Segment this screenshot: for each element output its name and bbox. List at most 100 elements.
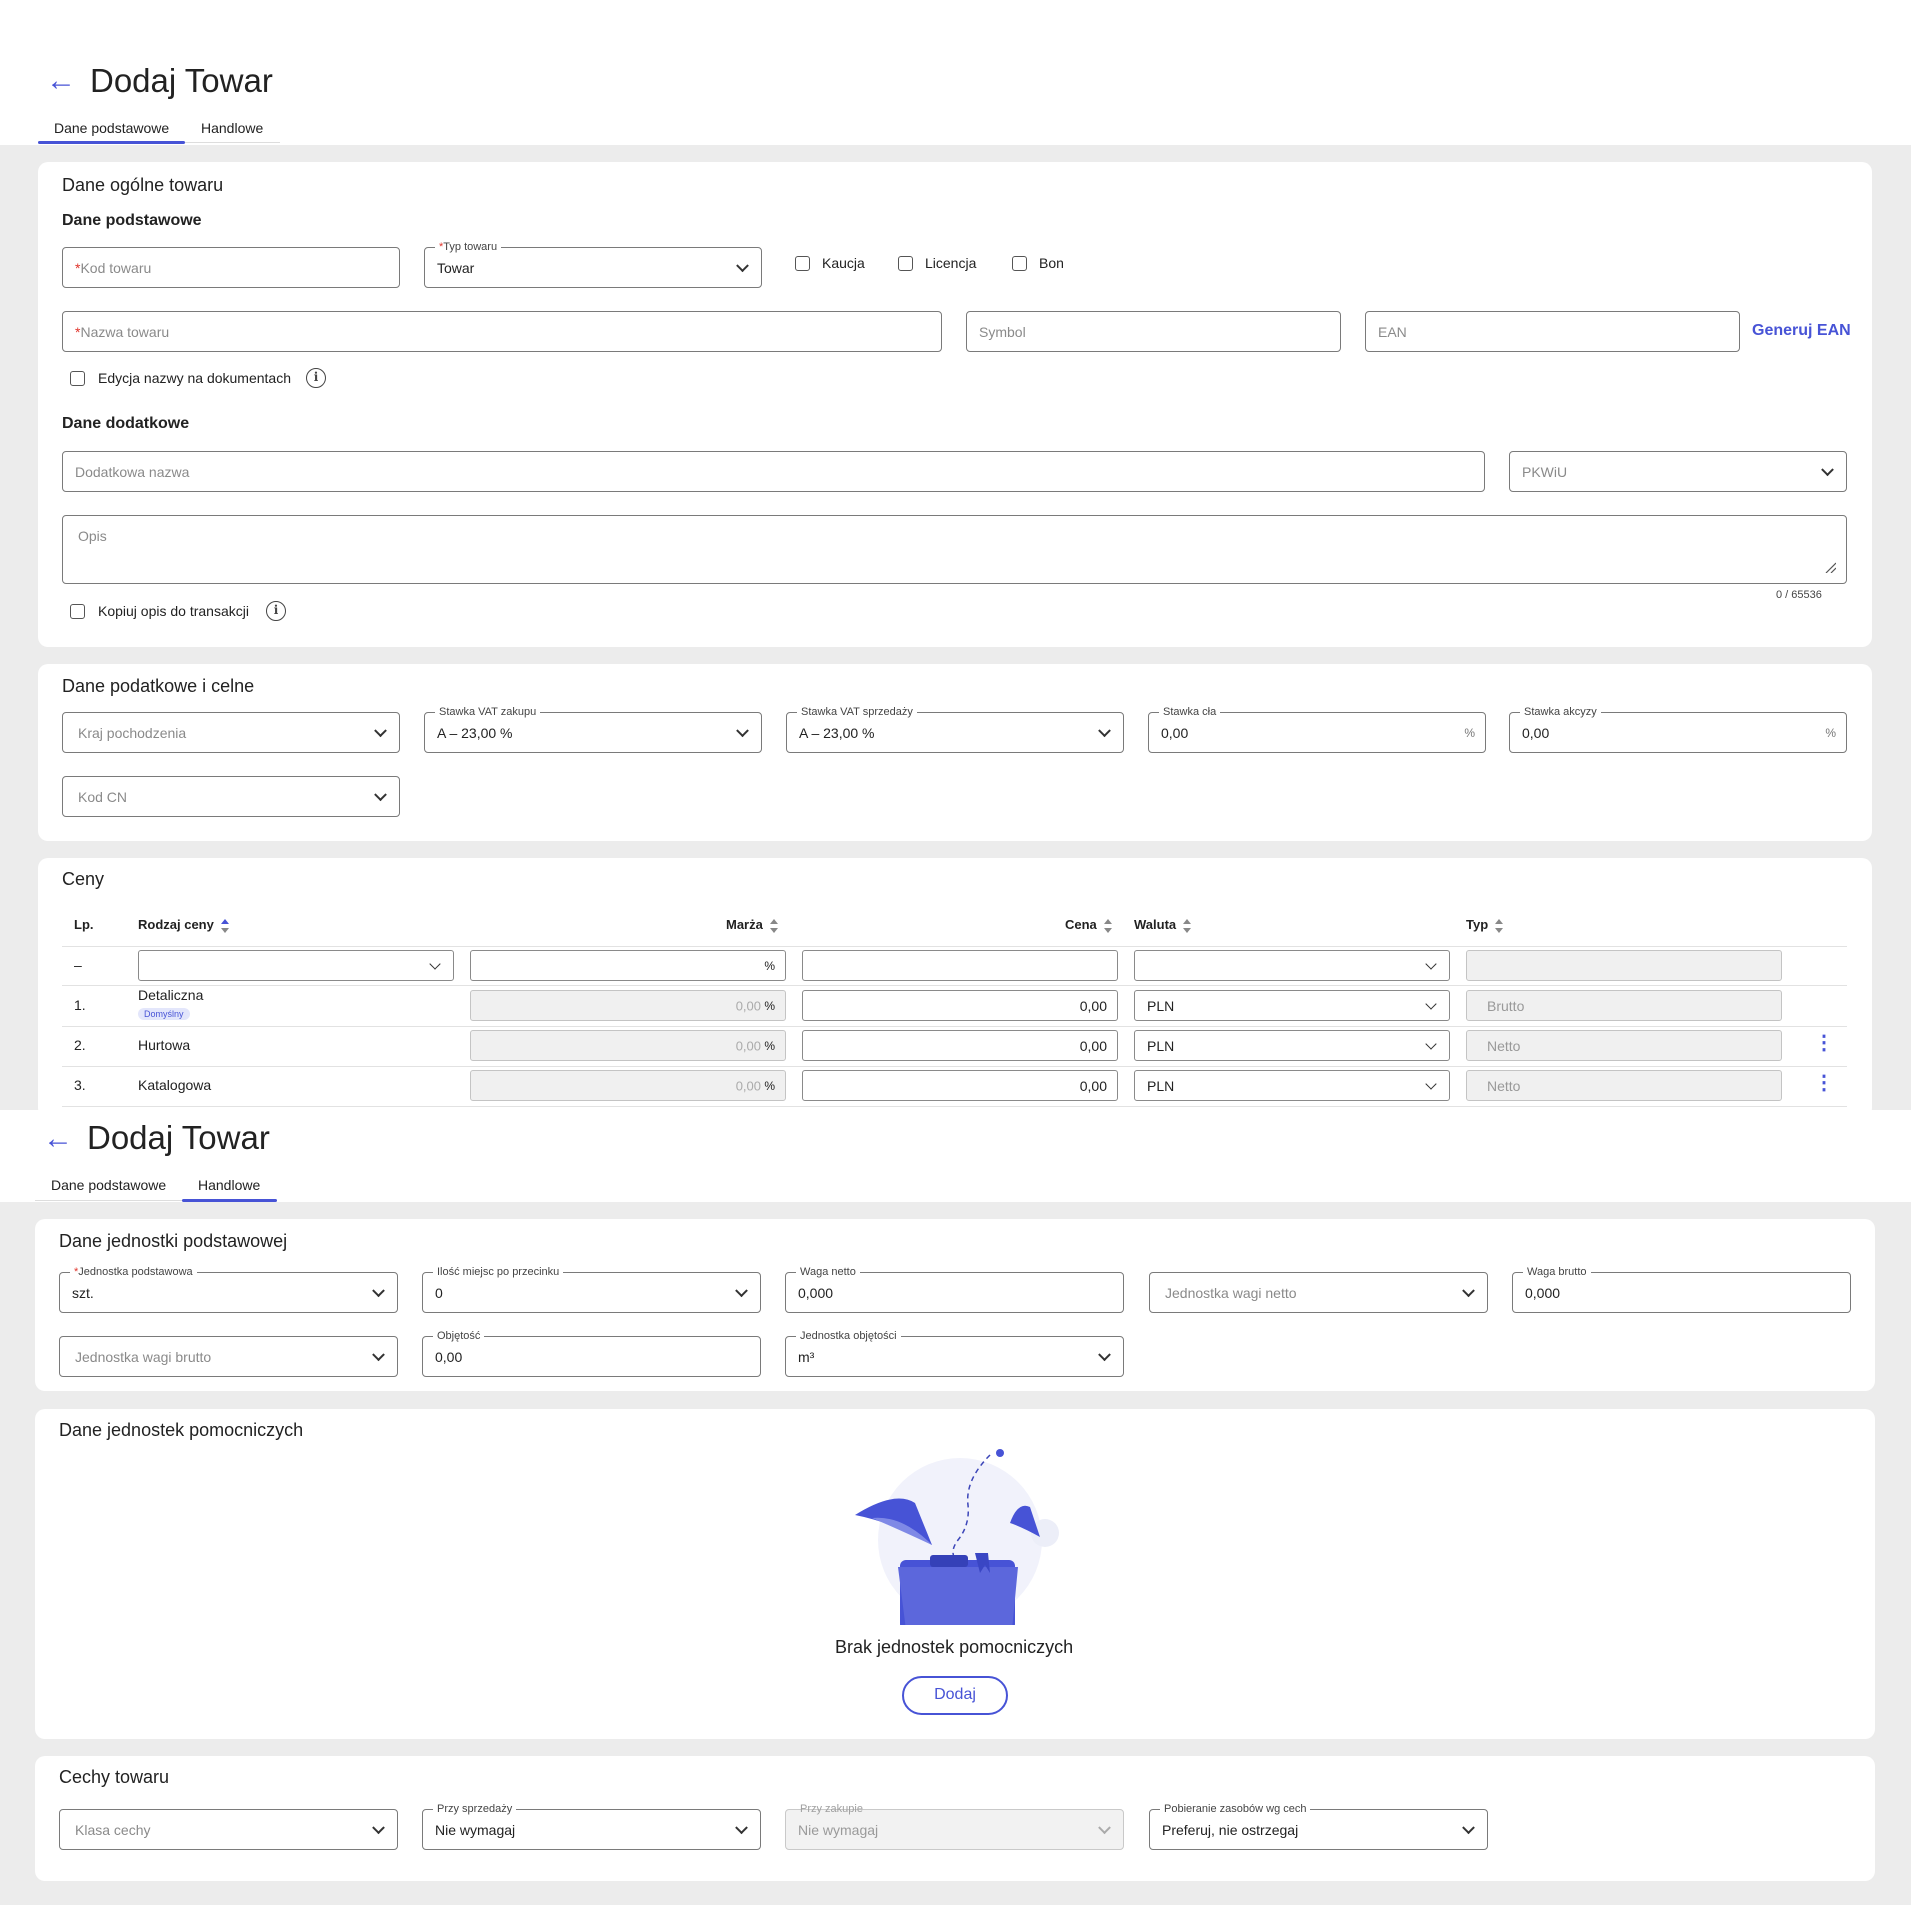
kraj-pochodzenia-select[interactable]: Kraj pochodzenia [62,712,400,753]
excise-rate-input[interactable]: Stawka akcyzy 0,00 % [1509,705,1847,753]
row-divider [62,1066,1847,1067]
vat-purchase-select[interactable]: Stawka VAT zakupu A – 23,00 % [424,705,762,753]
more-vertical-icon[interactable]: ⋮ [1814,1033,1834,1053]
chevron-down-icon [372,1347,385,1361]
arrow-left-icon[interactable]: ← [43,1124,73,1154]
tab-dane-podstawowe[interactable]: Dane podstawowe [51,1177,166,1193]
active-tab-indicator [182,1199,277,1202]
copy-desc-label: Kopiuj opis do transakcji [98,603,249,619]
row-2-kind: Hurtowa [138,1037,191,1053]
row-2-type: Netto [1466,1030,1782,1061]
tab-dane-podstawowe[interactable]: Dane podstawowe [54,120,169,136]
col-cena[interactable]: Cena [1065,917,1113,933]
add-aux-unit-button[interactable]: Dodaj [902,1676,1008,1715]
nazwa-towaru-input[interactable]: *Nazwa towaru [62,311,942,352]
feature-class-select[interactable]: Klasa cechy [59,1809,398,1850]
col-typ[interactable]: Typ [1466,917,1504,933]
sort-icon[interactable] [769,918,779,933]
general-title: Dane ogólne towaru [62,175,224,195]
chevron-down-icon [1098,723,1111,737]
col-lp: Lp. [74,917,94,932]
row-1-lp: 1. [74,997,86,1013]
filter-type-input[interactable] [1466,950,1782,981]
tab-handlowe[interactable]: Handlowe [198,1177,260,1193]
bottom-header [0,1110,1911,1202]
chevron-down-icon [1425,1077,1437,1090]
purchase-requirement-select: Przy zakupie Nie wymagaj [785,1803,1124,1850]
tab-handlowe[interactable]: Handlowe [201,120,263,136]
duty-rate-input[interactable]: Stawka cła 0,00 % [1148,705,1486,753]
more-vertical-icon[interactable]: ⋮ [1814,1073,1834,1093]
row-3-currency[interactable]: PLN [1134,1070,1450,1101]
row-divider [62,1106,1847,1107]
resource-fetch-select[interactable]: Pobieranie zasobów wg cech Preferuj, nie… [1149,1802,1488,1850]
ean-input[interactable]: EAN [1365,311,1740,352]
edit-name-checkbox[interactable] [70,371,85,386]
filter-price-input[interactable] [802,950,1118,981]
kaucja-checkbox[interactable] [795,256,810,271]
row-2-lp: 2. [74,1037,86,1053]
resize-handle-icon[interactable] [1824,561,1836,573]
sale-requirement-select[interactable]: Przy sprzedaży Nie wymagaj [422,1802,761,1850]
edit-name-label: Edycja nazwy na dokumentach [98,370,291,386]
active-tab-indicator [38,141,185,144]
licencja-checkbox[interactable] [898,256,913,271]
kaucja-label: Kaucja [822,255,865,271]
opis-textarea[interactable]: Opis [62,515,1847,584]
sort-icon[interactable] [1494,918,1504,933]
gross-weight-input[interactable]: Waga brutto 0,000 [1512,1265,1851,1313]
chevron-down-icon [374,787,387,801]
chevron-down-icon [1462,1283,1475,1297]
row-2-margin[interactable]: 0,00% [470,1030,786,1061]
col-rodzaj-ceny[interactable]: Rodzaj ceny [138,917,230,933]
col-waluta[interactable]: Waluta [1134,917,1192,933]
info-icon[interactable]: i [306,368,326,388]
filter-margin-input[interactable]: % [470,950,786,981]
bon-checkbox[interactable] [1012,256,1027,271]
licencja-label: Licencja [925,255,977,271]
vat-sale-select[interactable]: Stawka VAT sprzedaży A – 23,00 % [786,705,1124,753]
chevron-down-icon [1425,997,1437,1010]
volume-input[interactable]: Objętość 0,00 [422,1329,761,1377]
gross-weight-unit-select[interactable]: Jednostka wagi brutto [59,1336,398,1377]
kod-towaru-input[interactable]: *Kod towaru [62,247,400,288]
row-3-price[interactable]: 0,00 [802,1070,1118,1101]
row-3-type: Netto [1466,1070,1782,1101]
row-1-margin[interactable]: 0,00% [470,990,786,1021]
copy-desc-checkbox[interactable] [70,604,85,619]
sort-icon[interactable] [1103,918,1113,933]
symbol-input[interactable]: Symbol [966,311,1341,352]
info-icon[interactable]: i [266,601,286,621]
filter-currency-select[interactable] [1134,950,1450,981]
row-1-currency[interactable]: PLN [1134,990,1450,1021]
row-1-price[interactable]: 0,00 [802,990,1118,1021]
row-2-currency[interactable]: PLN [1134,1030,1450,1061]
features-title: Cechy towaru [59,1767,170,1787]
filter-kind-select[interactable] [138,950,454,981]
typ-towaru-select[interactable]: *Typ towaru Towar [424,240,762,288]
dodatkowa-nazwa-input[interactable]: Dodatkowa nazwa [62,451,1485,492]
opis-counter: 0 / 65536 [1776,589,1822,601]
net-weight-unit-select[interactable]: Jednostka wagi netto [1149,1272,1488,1313]
aux-title: Dane jednostek pomocniczych [59,1420,304,1440]
sort-icon[interactable] [1182,918,1192,933]
decimals-select[interactable]: Ilość miejsc po przecinku 0 [422,1265,761,1313]
col-marza[interactable]: Marża [726,917,779,933]
row-3-margin[interactable]: 0,00% [470,1070,786,1101]
default-badge: Domyślny [138,1008,190,1020]
base-unit-select[interactable]: *Jednostka podstawowa szt. [59,1265,398,1313]
chevron-down-icon [1821,462,1834,476]
kod-cn-select[interactable]: Kod CN [62,776,400,817]
arrow-left-icon[interactable]: ← [46,66,76,96]
row-3-kind: Katalogowa [138,1077,212,1093]
row-1-kind: Detaliczna [138,987,204,1003]
volume-unit-select[interactable]: Jednostka objętości m³ [785,1329,1124,1377]
chevron-down-icon [429,957,441,970]
pkwiu-select[interactable]: PKWiU [1509,451,1847,492]
net-weight-input[interactable]: Waga netto 0,000 [785,1265,1124,1313]
bon-label: Bon [1039,255,1064,271]
row-2-price[interactable]: 0,00 [802,1030,1118,1061]
sort-icon[interactable] [220,918,230,933]
generate-ean-link[interactable]: Generuj EAN [1752,322,1851,340]
chevron-down-icon [1462,1820,1475,1834]
